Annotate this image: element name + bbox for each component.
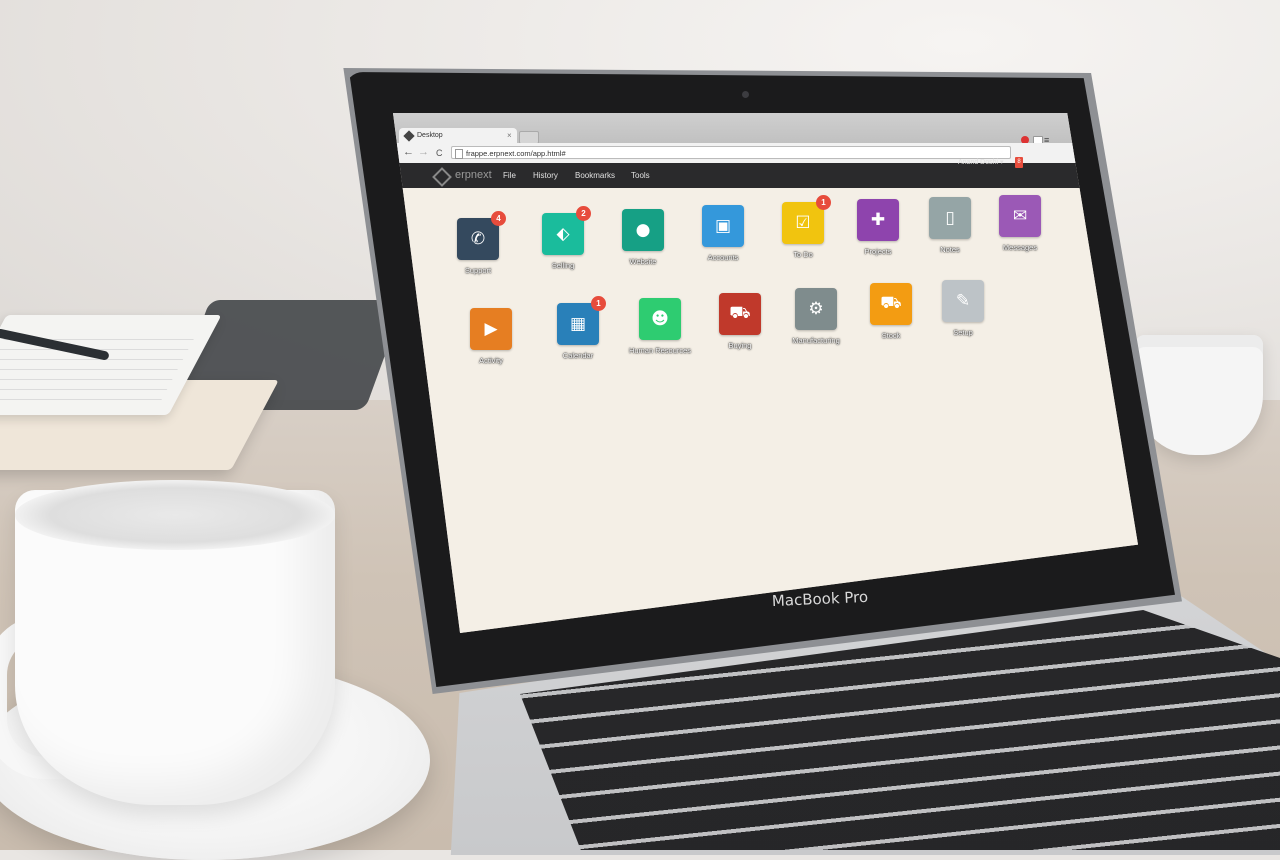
app-tile[interactable]: ☑ 1 — [782, 195, 831, 244]
cup-rim — [15, 480, 335, 550]
app-tile[interactable]: ⚙ — [795, 288, 837, 330]
app-buying[interactable]: ⛟ Buying — [705, 293, 775, 350]
app-manufacturing[interactable]: ⚙ Manufacturing — [781, 288, 851, 345]
play-icon: ▶ — [484, 319, 498, 339]
app-label: Website — [629, 257, 657, 266]
navbar-tools[interactable]: Tools — [631, 171, 650, 180]
app-label: Manufacturing — [792, 336, 840, 345]
money-icon: ▣ — [714, 216, 732, 236]
app-website[interactable]: ● Website — [608, 209, 678, 266]
app-setup[interactable]: ✎ Setup — [928, 280, 998, 337]
truck-icon: ⛟ — [880, 293, 902, 313]
back-arrow-icon[interactable]: ← — [403, 146, 414, 158]
app-tile[interactable]: ▦ 1 — [557, 296, 606, 345]
file-icon: ▯ — [945, 208, 955, 228]
app-stock[interactable]: ⛟ Stock — [856, 283, 926, 340]
navbar-file[interactable]: File — [503, 171, 516, 180]
app-tile[interactable]: ▶ — [470, 308, 512, 350]
erpnext-logo-text[interactable]: erpnext — [455, 169, 492, 181]
app-label: Setup — [953, 328, 973, 337]
cart-icon: ⛟ — [729, 303, 751, 323]
navbar-history[interactable]: History — [533, 171, 558, 180]
app-label: To Do — [793, 250, 813, 259]
app-tile[interactable]: ✆ 4 — [457, 211, 506, 260]
app-projects[interactable]: ✚ Projects — [843, 199, 913, 256]
app-label: Buying — [728, 341, 752, 350]
app-messages[interactable]: ✉ Messages — [985, 195, 1055, 252]
app-tile[interactable]: ▣ — [702, 205, 744, 247]
address-bar[interactable]: frappe.erpnext.com/app.html# — [451, 146, 1011, 159]
app-tile[interactable]: ✉ — [999, 195, 1041, 237]
group-icon: ☻ — [651, 309, 669, 329]
reload-icon[interactable]: C — [436, 148, 443, 158]
camera-icon — [742, 91, 749, 98]
app-tile[interactable]: ⛟ — [719, 293, 761, 335]
app-label: Notes — [940, 245, 960, 254]
globe-icon: ● — [635, 220, 651, 240]
url-text: frappe.erpnext.com/app.html# — [466, 149, 566, 158]
app-tile[interactable]: ▯ — [929, 197, 971, 239]
erpnext-favicon-icon — [403, 130, 415, 142]
comments-icon: ✉ — [1012, 206, 1028, 226]
user-menu[interactable]: Anand Doshi ▾ — [958, 158, 1004, 166]
app-selling[interactable]: ⬖ 2 Selling — [528, 206, 598, 270]
app-tile[interactable]: ☻ — [639, 298, 681, 340]
app-badge: 1 — [816, 195, 831, 210]
app-label: Activity — [479, 356, 503, 365]
app-badge: 4 — [491, 211, 506, 226]
app-support[interactable]: ✆ 4 Support — [443, 211, 513, 275]
laptop-screen: Desktop × ≡ ← → C frappe.erpnext.com/app… — [393, 113, 1138, 633]
app-tile[interactable]: ⬖ 2 — [542, 206, 591, 255]
app-badge: 1 — [591, 296, 606, 311]
forward-arrow-icon[interactable]: → — [418, 146, 429, 158]
app-tile[interactable]: ✎ — [942, 280, 984, 322]
notification-badge[interactable]: 8 — [1015, 157, 1023, 168]
app-human-resources[interactable]: ☻ Human Resources — [625, 298, 695, 355]
app-label: Stock — [881, 331, 901, 340]
app-label: Selling — [551, 261, 575, 270]
coffee-cup-right — [1135, 335, 1263, 455]
tab-close-icon[interactable]: × — [507, 128, 512, 143]
app-tile[interactable]: ⛟ — [870, 283, 912, 325]
tab-title: Desktop — [417, 132, 443, 139]
app-label: Accounts — [707, 253, 739, 262]
phone-icon: ✆ — [470, 229, 486, 249]
app-label: Messages — [1002, 243, 1038, 252]
browser-tab[interactable]: Desktop × — [399, 128, 517, 143]
navbar-bookmarks[interactable]: Bookmarks — [575, 171, 615, 180]
app-accounts[interactable]: ▣ Accounts — [688, 205, 758, 262]
page-icon — [455, 149, 463, 159]
puzzle-icon: ✚ — [870, 210, 886, 230]
app-label: Projects — [864, 247, 892, 256]
check-icon: ☑ — [795, 213, 811, 233]
cogs-icon: ⚙ — [808, 299, 824, 319]
app-to-do[interactable]: ☑ 1 To Do — [768, 195, 838, 259]
app-label: Human Resources — [628, 346, 692, 355]
app-label: Calendar — [562, 351, 594, 360]
app-tile[interactable]: ✚ — [857, 199, 899, 241]
app-tile[interactable]: ● — [622, 209, 664, 251]
wrench-icon: ✎ — [955, 291, 971, 311]
app-activity[interactable]: ▶ Activity — [456, 308, 526, 365]
app-label: Support — [464, 266, 492, 275]
tag-icon: ⬖ — [556, 224, 570, 244]
app-badge: 2 — [576, 206, 591, 221]
app-calendar[interactable]: ▦ 1 Calendar — [543, 296, 613, 360]
app-notes[interactable]: ▯ Notes — [915, 197, 985, 254]
calendar-icon: ▦ — [569, 314, 587, 334]
